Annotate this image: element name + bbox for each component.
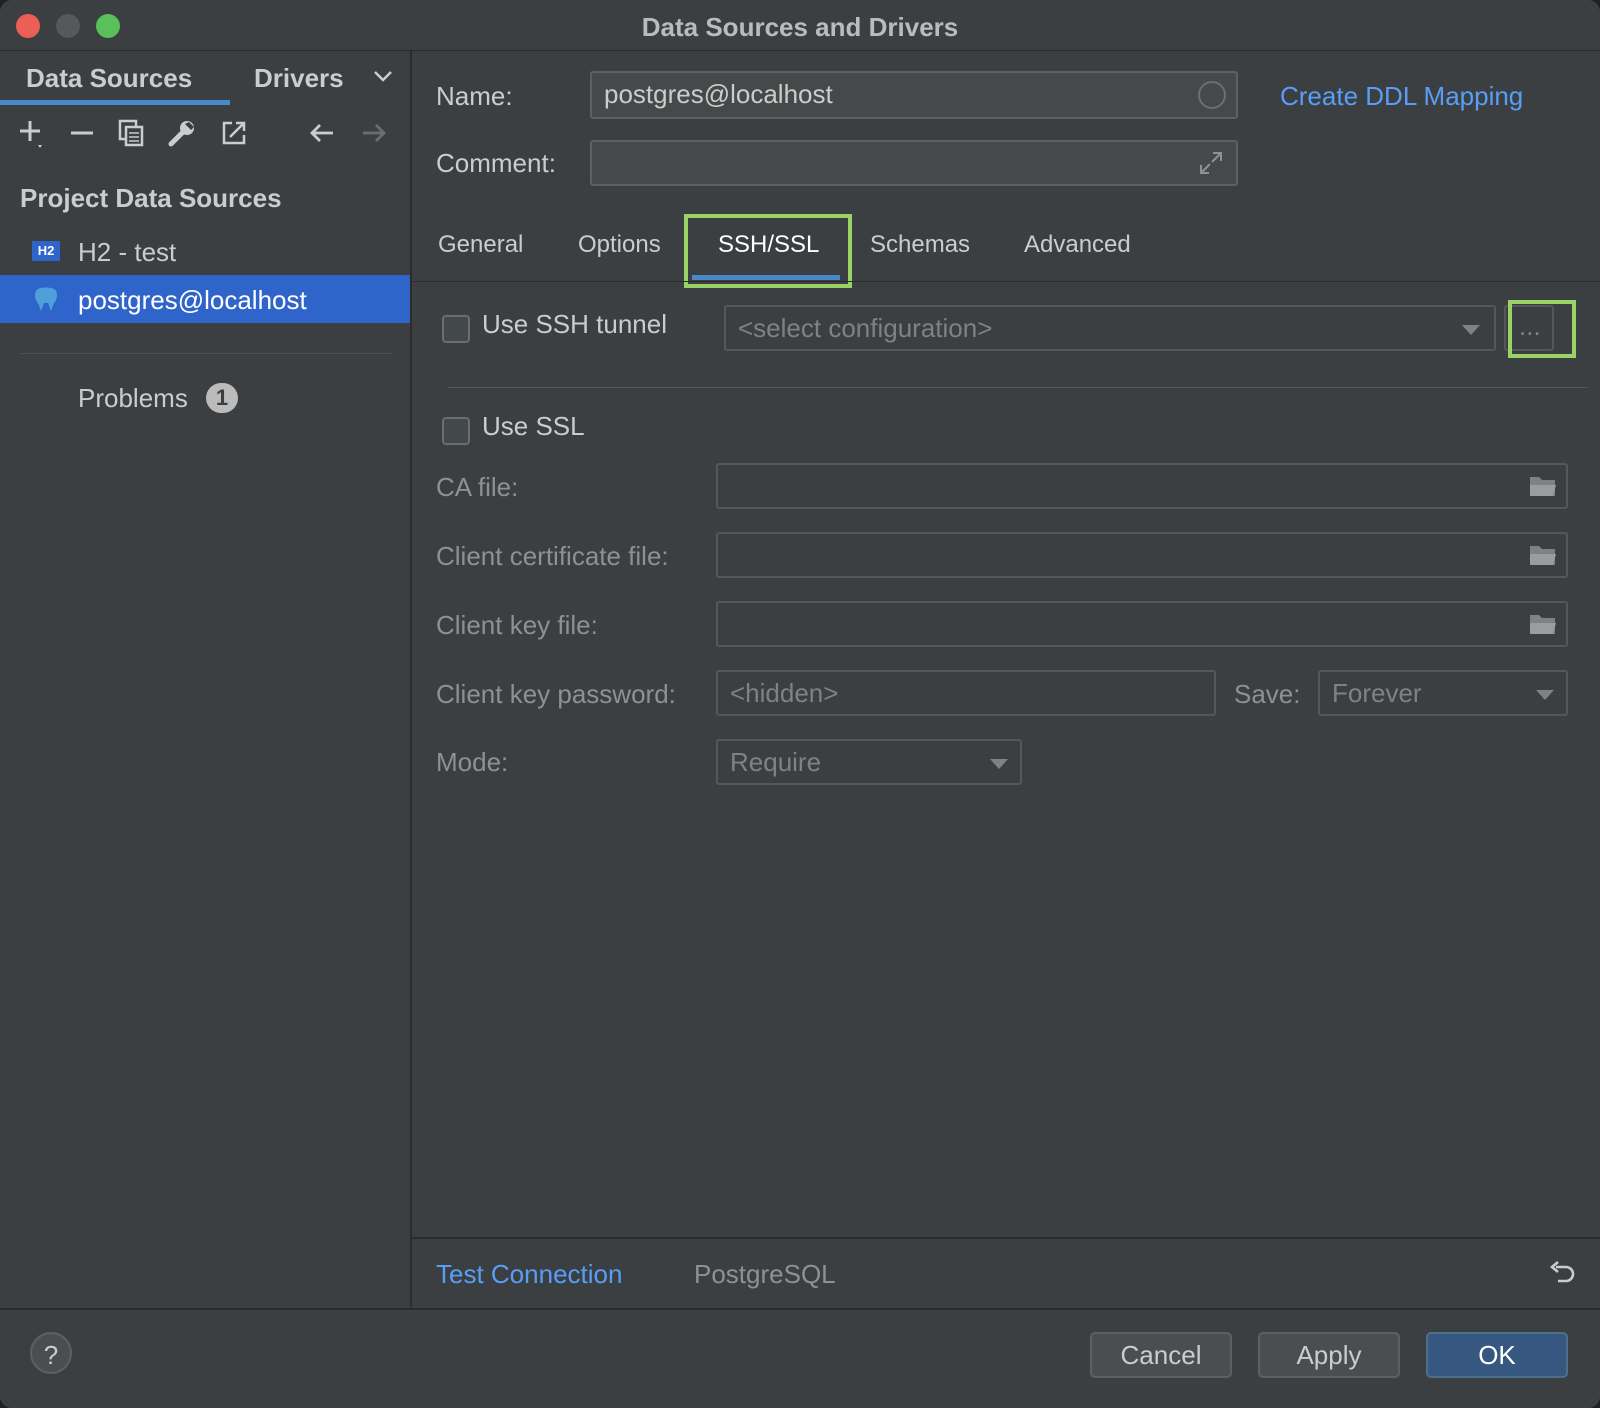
- dropdown-arrow-icon: [1462, 325, 1480, 335]
- dropdown-arrow-icon: [990, 759, 1008, 769]
- tab-general[interactable]: General: [438, 231, 523, 259]
- use-ssh-tunnel-checkbox[interactable]: [442, 315, 470, 343]
- comment-label: Comment:: [436, 148, 556, 178]
- test-connection-link[interactable]: Test Connection: [436, 1259, 622, 1290]
- datasource-item-postgres[interactable]: postgres@localhost: [0, 275, 410, 323]
- duplicate-icon[interactable]: [116, 117, 148, 149]
- name-label: Name:: [436, 81, 513, 111]
- ca-file-input[interactable]: [716, 463, 1568, 509]
- name-input[interactable]: postgres@localhost: [590, 71, 1238, 119]
- window-title: Data Sources and Drivers: [641, 12, 959, 42]
- use-ssl-checkbox[interactable]: [442, 417, 470, 445]
- save-select[interactable]: Forever: [1318, 670, 1568, 716]
- expand-icon[interactable]: [1198, 150, 1224, 176]
- dialog-footer: ? Cancel Apply OK: [0, 1308, 1600, 1408]
- problems-link[interactable]: Problems: [78, 383, 188, 414]
- title-bar: Data Sources and Drivers: [0, 0, 1600, 51]
- tab-schemas[interactable]: Schemas: [870, 231, 970, 259]
- export-icon[interactable]: [218, 117, 250, 149]
- client-key-input[interactable]: [716, 601, 1568, 647]
- mode-value: Require: [730, 747, 822, 777]
- main-panel: Name: postgres@localhost Create DDL Mapp…: [412, 51, 1600, 1307]
- ssh-config-placeholder: <select configuration>: [738, 313, 993, 343]
- save-value: Forever: [1332, 678, 1422, 708]
- color-circle-icon[interactable]: [1198, 81, 1226, 109]
- ok-button[interactable]: OK: [1426, 1332, 1568, 1378]
- undo-icon[interactable]: [1546, 1259, 1576, 1289]
- mode-label: Mode:: [436, 747, 509, 777]
- h2-database-icon: H2: [32, 241, 60, 261]
- folder-icon[interactable]: [1528, 611, 1558, 637]
- dropdown-arrow-icon: [1536, 690, 1554, 700]
- sidebar: Data Sources Drivers Project Data Source…: [0, 51, 412, 1307]
- name-value: postgres@localhost: [604, 79, 833, 109]
- client-certificate-input[interactable]: [716, 532, 1568, 578]
- datasource-item-h2-test[interactable]: H2 H2 - test: [0, 227, 410, 275]
- tab-advanced[interactable]: Advanced: [1024, 231, 1131, 259]
- tab-options[interactable]: Options: [578, 231, 661, 259]
- create-ddl-mapping-link[interactable]: Create DDL Mapping: [1280, 81, 1523, 112]
- add-icon[interactable]: [16, 117, 48, 149]
- section-separator: [448, 387, 1588, 388]
- apply-button[interactable]: Apply: [1258, 1332, 1400, 1378]
- tabs-separator: [412, 281, 1600, 282]
- sidebar-divider: [20, 353, 392, 354]
- back-arrow-icon[interactable]: [306, 117, 338, 149]
- folder-icon[interactable]: [1528, 542, 1558, 568]
- remove-icon[interactable]: [66, 117, 98, 149]
- client-key-password-input[interactable]: <hidden>: [716, 670, 1216, 716]
- save-label: Save:: [1234, 679, 1301, 709]
- dialog-window: Data Sources and Drivers Data Sources Dr…: [0, 0, 1600, 1408]
- client-key-label: Client key file:: [436, 610, 598, 640]
- section-project-data-sources: Project Data Sources: [20, 183, 282, 213]
- help-button[interactable]: ?: [30, 1332, 72, 1374]
- highlight-box-tab: [684, 214, 852, 288]
- datasource-label: H2 - test: [78, 237, 177, 267]
- use-ssh-tunnel-label[interactable]: Use SSH tunnel: [482, 309, 667, 340]
- forward-arrow-icon[interactable]: [358, 117, 390, 149]
- ssh-config-select[interactable]: <select configuration>: [724, 305, 1496, 351]
- tab-drivers[interactable]: Drivers: [254, 63, 344, 94]
- datasource-label: postgres@localhost: [78, 285, 307, 315]
- tab-active-indicator: [0, 100, 230, 105]
- tab-data-sources[interactable]: Data Sources: [26, 63, 192, 94]
- chevron-down-icon[interactable]: [372, 65, 394, 87]
- client-key-password-label: Client key password:: [436, 679, 676, 709]
- problems-count-badge: 1: [206, 383, 238, 413]
- highlight-box-more-button: [1508, 300, 1576, 358]
- use-ssl-label[interactable]: Use SSL: [482, 411, 585, 442]
- wrench-icon[interactable]: [166, 117, 198, 149]
- comment-input[interactable]: [590, 140, 1238, 186]
- mode-select[interactable]: Require: [716, 739, 1022, 785]
- driver-name-link[interactable]: PostgreSQL: [694, 1259, 836, 1290]
- ca-file-label: CA file:: [436, 472, 519, 502]
- postgresql-elephant-icon: [35, 287, 57, 311]
- connection-bar: Test Connection PostgreSQL: [412, 1237, 1600, 1309]
- client-certificate-label: Client certificate file:: [436, 541, 669, 571]
- folder-icon[interactable]: [1528, 473, 1558, 499]
- cancel-button[interactable]: Cancel: [1090, 1332, 1232, 1378]
- password-value: <hidden>: [730, 678, 839, 708]
